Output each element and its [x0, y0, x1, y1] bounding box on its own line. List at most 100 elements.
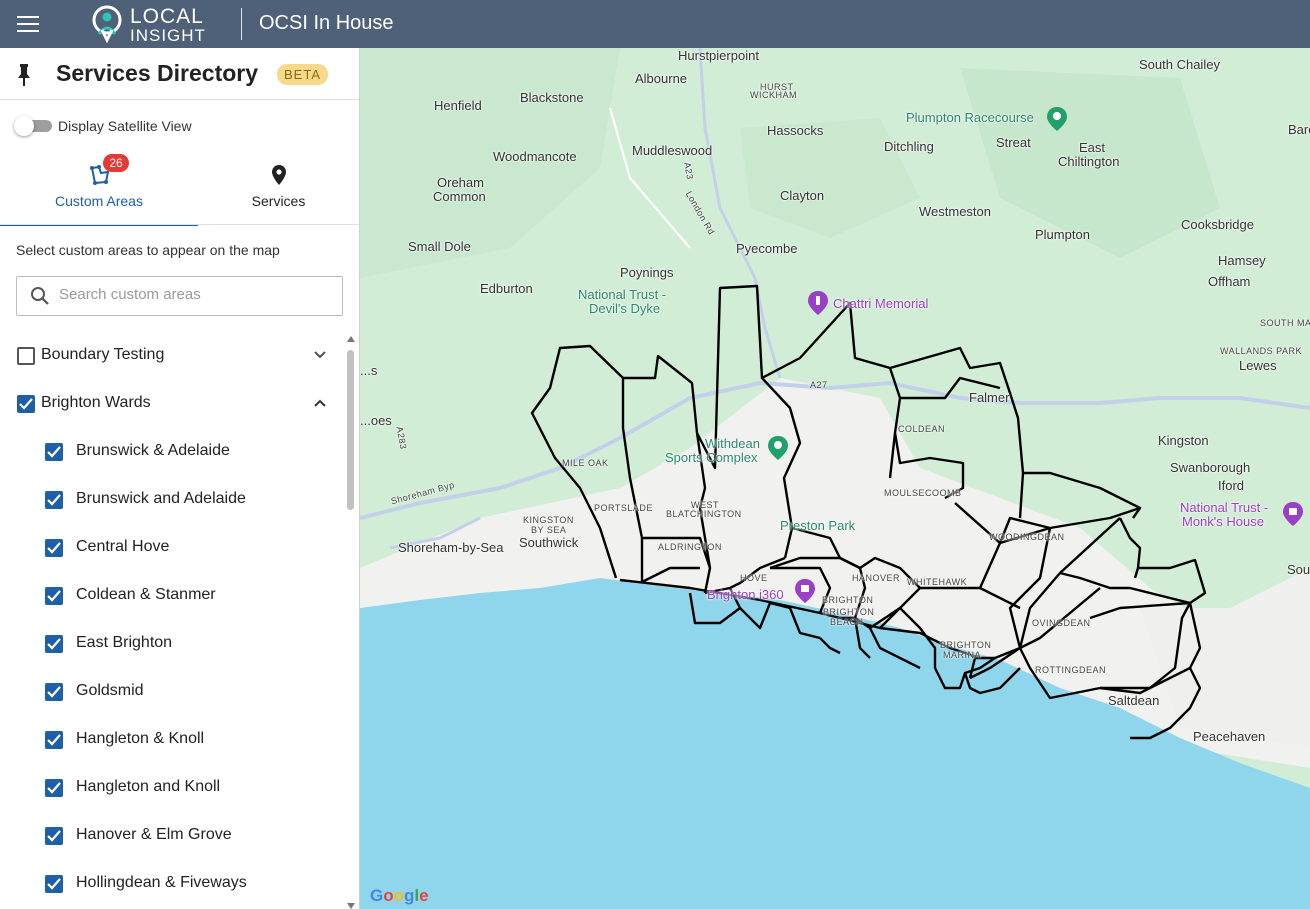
place-label: Offham	[1208, 274, 1251, 289]
map-canvas[interactable]	[360, 48, 1310, 909]
place-label: Falmer	[969, 390, 1010, 405]
scroll-thumb[interactable]	[347, 350, 354, 510]
place-label: BRIGHTON	[823, 607, 875, 617]
ward-checkbox[interactable]	[45, 635, 63, 653]
search-input[interactable]	[57, 285, 331, 304]
place-label: WALLANDS PARK	[1220, 346, 1303, 356]
logo-text-insight: INSIGHT	[130, 26, 206, 45]
map-view[interactable]: Hurstpierpoint Albourne HURST WICKHAM So…	[360, 48, 1310, 909]
ward-checkbox[interactable]	[45, 539, 63, 557]
brighton-i360-marker-icon[interactable]	[794, 578, 816, 604]
tab-services[interactable]: Services	[198, 152, 359, 224]
scroll-down-arrow-icon[interactable]	[347, 903, 355, 909]
place-label: Monk's House	[1182, 514, 1264, 529]
brighton-wards-checkbox[interactable]	[17, 395, 35, 413]
local-insight-logo[interactable]: LOCAL INSIGHT	[90, 4, 230, 45]
place-label: Ditchling	[884, 139, 934, 154]
place-label: BRIGHTON	[822, 595, 874, 605]
ward-item[interactable]: Central Hove	[0, 524, 345, 572]
place-label: Muddleswood	[632, 143, 713, 158]
ward-item[interactable]: Hangleton and Knoll	[0, 764, 345, 812]
place-label: Pyecombe	[736, 241, 798, 256]
list-item-brighton-wards[interactable]: Brighton Wards	[0, 380, 345, 428]
ward-item[interactable]: Brunswick & Adelaide	[0, 428, 345, 476]
place-label: BRIGHTON	[940, 640, 992, 650]
ward-label: Hangleton & Knoll	[76, 730, 205, 747]
place-label: Barcombe	[1288, 122, 1310, 137]
place-label: ...oes	[360, 413, 392, 428]
search-icon	[31, 287, 49, 305]
ward-label: Goldsmid	[76, 682, 144, 699]
ward-label: Hollingdean & Fiveways	[76, 874, 247, 891]
ward-checkbox[interactable]	[45, 779, 63, 797]
ward-item[interactable]: Hangleton & Knoll	[0, 716, 345, 764]
list-item-label: Brighton Wards	[41, 394, 151, 411]
place-label: Hamsey	[1218, 253, 1266, 268]
ward-checkbox[interactable]	[45, 491, 63, 509]
place-label: Westmeston	[919, 204, 992, 219]
tab-custom-areas[interactable]: Custom Areas	[0, 152, 198, 226]
place-label: Southease	[1287, 562, 1310, 577]
place-label: Preston Park	[780, 518, 856, 533]
instructions-text: Select custom areas to appear on the map	[16, 242, 280, 258]
place-label: PORTSLADE	[594, 503, 653, 513]
satellite-view-label: Display Satellite View	[58, 118, 192, 134]
services-directory-panel: Services Directory BETA Display Satellit…	[0, 48, 360, 909]
ward-item[interactable]: Goldsmid	[0, 668, 345, 716]
tabs-divider	[0, 224, 359, 225]
ward-checkbox[interactable]	[45, 587, 63, 605]
place-label: Chiltington	[1058, 154, 1120, 169]
chevron-down-icon[interactable]	[313, 348, 327, 362]
ward-label: Hanover & Elm Grove	[76, 826, 232, 843]
ward-checkbox[interactable]	[45, 731, 63, 749]
ward-item[interactable]: Coldean & Stanmer	[0, 572, 345, 620]
satellite-view-toggle[interactable]	[14, 116, 52, 136]
boundary-testing-checkbox[interactable]	[17, 347, 35, 365]
place-label: Iford	[1218, 478, 1245, 493]
chevron-up-icon[interactable]	[313, 396, 327, 410]
ward-label: Brunswick and Adelaide	[76, 490, 246, 507]
ward-checkbox[interactable]	[45, 827, 63, 845]
place-label: Oreham	[437, 175, 484, 190]
plumpton-racecourse-marker-icon[interactable]	[1046, 106, 1068, 132]
ward-checkbox[interactable]	[45, 875, 63, 893]
ward-item[interactable]: East Brighton	[0, 620, 345, 668]
withdean-sports-complex-marker-icon[interactable]	[767, 435, 789, 461]
place-label: WICKHAM	[750, 90, 797, 100]
search-custom-areas-field[interactable]	[16, 276, 343, 316]
list-scrollbar[interactable]	[345, 336, 355, 909]
custom-areas-list: Boundary Testing Brighton Wards Brunswic…	[0, 332, 345, 909]
ward-item[interactable]: Hollingdean & Fiveways	[0, 860, 345, 908]
ward-label: Coldean & Stanmer	[76, 586, 216, 603]
hamburger-menu-icon[interactable]	[17, 16, 39, 32]
place-label: Sports Complex	[665, 450, 758, 465]
place-label: WOODINGDEAN	[989, 532, 1065, 542]
place-label: Plumpton Racecourse	[906, 110, 1034, 125]
place-label: Albourne	[635, 71, 688, 86]
place-label: HOVE	[740, 573, 768, 583]
place-label: Edburton	[480, 281, 533, 296]
ward-item[interactable]: Brunswick and Adelaide	[0, 476, 345, 524]
place-label: COLDEAN	[898, 424, 946, 434]
ward-checkbox[interactable]	[45, 683, 63, 701]
monks-house-marker-icon[interactable]	[1282, 501, 1304, 527]
custom-areas-count-badge: 26	[103, 154, 129, 172]
google-logo[interactable]: Google	[370, 886, 429, 906]
ward-item[interactable]: Hanover & Elm Grove	[0, 812, 345, 860]
place-label: Common	[433, 189, 486, 204]
place-label: Henfield	[434, 98, 482, 113]
pin-icon[interactable]	[16, 64, 32, 86]
place-label: Cooksbridge	[1181, 217, 1254, 232]
place-label: Chattri Memorial	[833, 296, 929, 311]
scroll-up-arrow-icon[interactable]	[347, 336, 355, 342]
place-label: Small Dole	[408, 239, 471, 254]
list-item-boundary-testing[interactable]: Boundary Testing	[0, 332, 345, 380]
ward-checkbox[interactable]	[45, 443, 63, 461]
place-label: ROTTINGDEAN	[1035, 665, 1107, 675]
place-label: National Trust -	[1180, 500, 1269, 515]
place-label: Plumpton	[1035, 227, 1090, 242]
place-label: Devil's Dyke	[589, 301, 661, 316]
chattri-memorial-marker-icon[interactable]	[807, 290, 829, 316]
ward-label: Brunswick & Adelaide	[76, 442, 230, 459]
place-label: Blackstone	[520, 90, 584, 105]
